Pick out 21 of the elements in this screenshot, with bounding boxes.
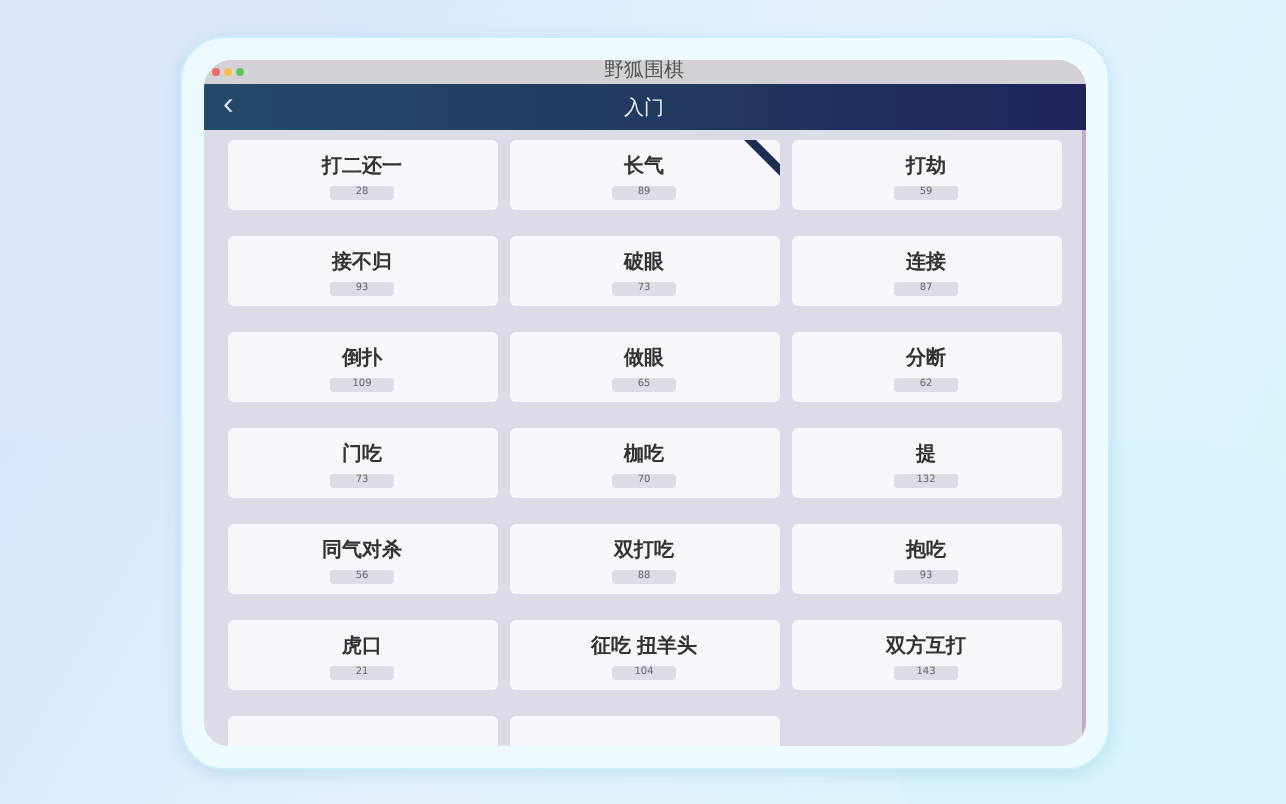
page-title: 入门 [624,95,664,121]
lesson-name: 做眼 [624,345,664,371]
lesson-name: 倒扑 [342,345,382,371]
lesson-name: 打劫 [906,153,946,179]
back-button[interactable]: ‹ [215,86,242,126]
lesson-name: 提 [916,441,936,467]
lesson-name: 虎口 [342,633,382,659]
lesson-name: 破眼 [624,249,664,275]
lesson-name: 打二还一 [322,153,402,179]
window-title: 野狐围棋 [604,60,684,84]
lesson-name: 双方互打 [886,632,966,659]
lesson-name: 分断 [906,345,946,371]
lesson-name: 征吃 扭羊头 [590,633,698,659]
lesson-name: 接不归 [332,249,392,275]
lesson-name: 抱吃 [906,537,946,563]
lesson-name: 双打吃 [614,537,674,563]
lesson-name: 门吃 [342,440,382,467]
lesson-name: 同气对杀 [322,537,402,563]
lesson-name: 枷吃 [624,441,664,467]
lesson-name: 连接 [906,249,946,275]
lesson-name: 长气 [624,153,664,179]
